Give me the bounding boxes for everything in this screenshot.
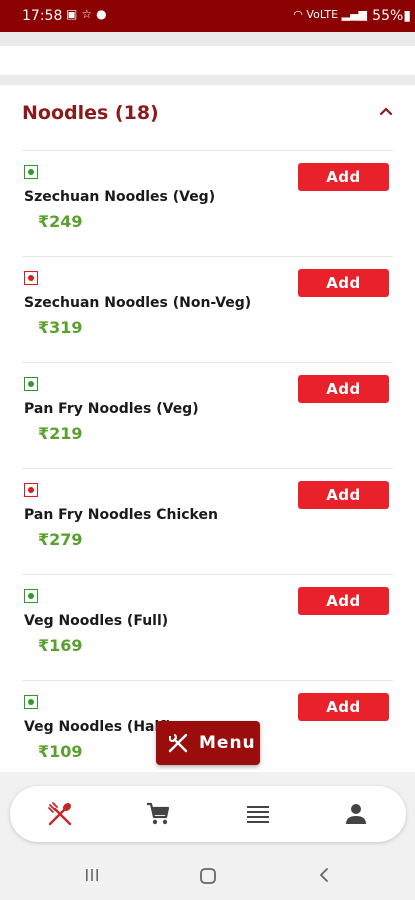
item-price: ₹319 xyxy=(38,318,83,337)
add-button[interactable]: Add xyxy=(298,481,389,509)
location-icon: ● xyxy=(96,7,111,21)
item-price: ₹279 xyxy=(38,530,83,549)
fork-knife-icon xyxy=(168,733,188,753)
add-button[interactable]: Add xyxy=(298,693,389,721)
veg-icon xyxy=(24,377,38,391)
add-button[interactable]: Add xyxy=(298,163,389,191)
list-item: Pan Fry Noodles Chicken ₹279 Add xyxy=(22,468,393,574)
profile-icon[interactable] xyxy=(342,800,370,828)
veg-icon xyxy=(24,165,38,179)
item-price: ₹109 xyxy=(38,742,83,761)
fork-spoon-icon[interactable] xyxy=(46,800,74,828)
wifi-icon: ◠ xyxy=(293,8,303,21)
item-name: Pan Fry Noodles (Veg) xyxy=(24,401,199,417)
status-time: 17:58 xyxy=(22,8,63,24)
item-price: ₹169 xyxy=(38,636,83,655)
system-nav-bar xyxy=(0,850,415,900)
cart-icon[interactable] xyxy=(144,800,172,828)
veg-icon xyxy=(24,695,38,709)
status-left-icons: ▣☆● xyxy=(66,7,111,21)
section-divider xyxy=(0,75,415,85)
status-bar: 17:58 ▣☆● ◠ VoLTE ▂▄▆ 55%▮ xyxy=(0,0,415,32)
top-divider xyxy=(0,32,415,46)
chevron-up-icon[interactable] xyxy=(379,104,393,118)
section-title[interactable]: Noodles (18) xyxy=(22,102,159,124)
battery-level: 55%▮ xyxy=(372,8,411,24)
item-name: Veg Noodles (Full) xyxy=(24,613,169,629)
list-item: Szechuan Noodles (Non-Veg) ₹319 Add xyxy=(22,256,393,362)
list-item: Szechuan Noodles (Veg) ₹249 Add xyxy=(22,150,393,256)
status-right-icons: ◠ VoLTE ▂▄▆ xyxy=(293,8,367,21)
recents-icon[interactable] xyxy=(84,867,100,883)
home-icon[interactable] xyxy=(199,867,217,885)
image-icon: ▣ xyxy=(66,7,82,21)
volte-label: VoLTE xyxy=(306,8,339,21)
item-price: ₹249 xyxy=(38,212,83,231)
bottom-nav xyxy=(10,786,406,842)
star-icon: ☆ xyxy=(81,7,97,21)
list-item: Pan Fry Noodles (Veg) ₹219 Add xyxy=(22,362,393,468)
back-icon[interactable] xyxy=(316,867,332,883)
battery-icon: ▮ xyxy=(403,8,411,24)
add-button[interactable]: Add xyxy=(298,269,389,297)
list-icon[interactable] xyxy=(244,800,272,828)
nonveg-icon xyxy=(24,483,38,497)
add-button[interactable]: Add xyxy=(298,375,389,403)
veg-icon xyxy=(24,589,38,603)
list-item: Veg Noodles (Full) ₹169 Add xyxy=(22,574,393,680)
menu-button[interactable]: Menu xyxy=(156,721,260,765)
item-list: Szechuan Noodles (Veg) ₹249 Add Szechuan… xyxy=(22,150,393,786)
item-price: ₹219 xyxy=(38,424,83,443)
item-name: Szechuan Noodles (Non-Veg) xyxy=(24,295,252,311)
item-name: Pan Fry Noodles Chicken xyxy=(24,507,218,523)
add-button[interactable]: Add xyxy=(298,587,389,615)
nonveg-icon xyxy=(24,271,38,285)
item-name: Szechuan Noodles (Veg) xyxy=(24,189,216,205)
item-name: Veg Noodles (Half) xyxy=(24,719,172,735)
signal-icon: ▂▄▆ xyxy=(341,8,367,21)
menu-button-label: Menu xyxy=(199,733,256,753)
